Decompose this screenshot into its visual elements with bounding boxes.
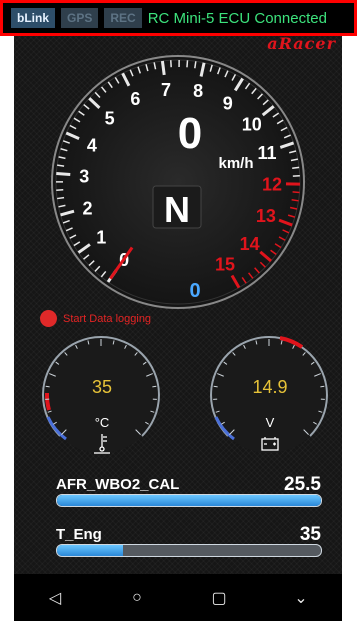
back-icon[interactable]: ◁	[35, 588, 75, 608]
connection-status: RC Mini-5 ECU Connected	[147, 9, 327, 27]
gear-indicator: N	[164, 189, 190, 230]
speedometer-tick-label: 2	[82, 198, 92, 218]
start-logging-button[interactable]: Start Data logging	[40, 310, 151, 327]
navigation-bar: ◁ ○ ▢ ⌄	[14, 574, 342, 621]
afr-bar-fill	[57, 495, 321, 506]
speedometer-tick-label: 11	[258, 143, 277, 163]
speedometer-tick-label: 8	[193, 81, 203, 101]
blink-indicator[interactable]: bLink	[11, 8, 55, 28]
odometer-value: 0	[189, 280, 200, 302]
speedometer-minor-tick	[57, 196, 65, 200]
coolant-temp-value: 35	[92, 377, 112, 397]
home-icon[interactable]: ○	[117, 589, 157, 607]
gauge-tick	[152, 385, 157, 388]
coolant-temp-gauge: 35 °C	[42, 335, 160, 454]
speedometer-minor-tick	[57, 164, 65, 167]
speedometer-tick-label: 15	[215, 254, 235, 274]
speedometer-tick-label: 12	[262, 175, 282, 195]
afr-bar	[56, 494, 322, 507]
speedometer-tick-label: 5	[105, 108, 115, 128]
engine-temp-bar-fill	[57, 545, 123, 556]
gps-indicator[interactable]: GPS	[61, 8, 99, 28]
speedometer-tick-label: 14	[240, 234, 260, 254]
menu-icon[interactable]: ⌄	[281, 588, 321, 608]
battery-voltage-unit: V	[266, 415, 275, 430]
coolant-temp-unit: °C	[95, 415, 110, 430]
recents-icon[interactable]: ▢	[199, 588, 239, 608]
gauge-tick	[213, 385, 218, 388]
speed-unit: km/h	[218, 155, 253, 172]
speedometer-tick-label: 10	[242, 115, 262, 135]
afr-value: 25.5	[284, 474, 321, 495]
start-logging-label: Start Data logging	[63, 312, 152, 325]
speedometer-minor-tick	[292, 166, 300, 169]
gauge-tick	[320, 385, 325, 388]
speedometer-minor-tick	[194, 61, 197, 69]
speed-value: 0	[178, 109, 202, 158]
gauge-tick	[45, 385, 50, 388]
speedometer-major-tick	[56, 171, 71, 176]
speedometer-major-tick	[160, 60, 166, 76]
battery-voltage-gauge: 14.9 V	[210, 335, 328, 453]
speedometer-minor-tick	[292, 191, 300, 194]
record-icon	[40, 310, 57, 327]
speedometer-minor-tick	[186, 60, 189, 68]
speedometer: 0123456789101112131415 0 km/h N 0	[51, 55, 305, 309]
speedometer-tick-label: 4	[87, 135, 97, 155]
battery-voltage-value: 14.9	[252, 377, 287, 397]
speedometer-tick-label: 1	[96, 227, 106, 247]
speedometer-tick-label: 6	[130, 89, 140, 109]
engine-temp-label: T_Eng	[56, 526, 102, 543]
status-bar: bLink GPS REC RC Mini-5 ECU Connected	[0, 0, 357, 36]
engine-temp-bar	[56, 544, 322, 557]
speedometer-tick-label: 7	[161, 80, 171, 100]
engine-temp-value: 35	[299, 524, 321, 545]
afr-label: AFR_WBO2_CAL	[56, 476, 180, 493]
speedometer-tick-label: 3	[79, 166, 89, 186]
speedometer-minor-tick	[291, 198, 299, 202]
rec-indicator[interactable]: REC	[104, 8, 142, 28]
speedometer-tick-label: 9	[223, 93, 233, 113]
speedometer-tick-label: 13	[256, 206, 276, 226]
